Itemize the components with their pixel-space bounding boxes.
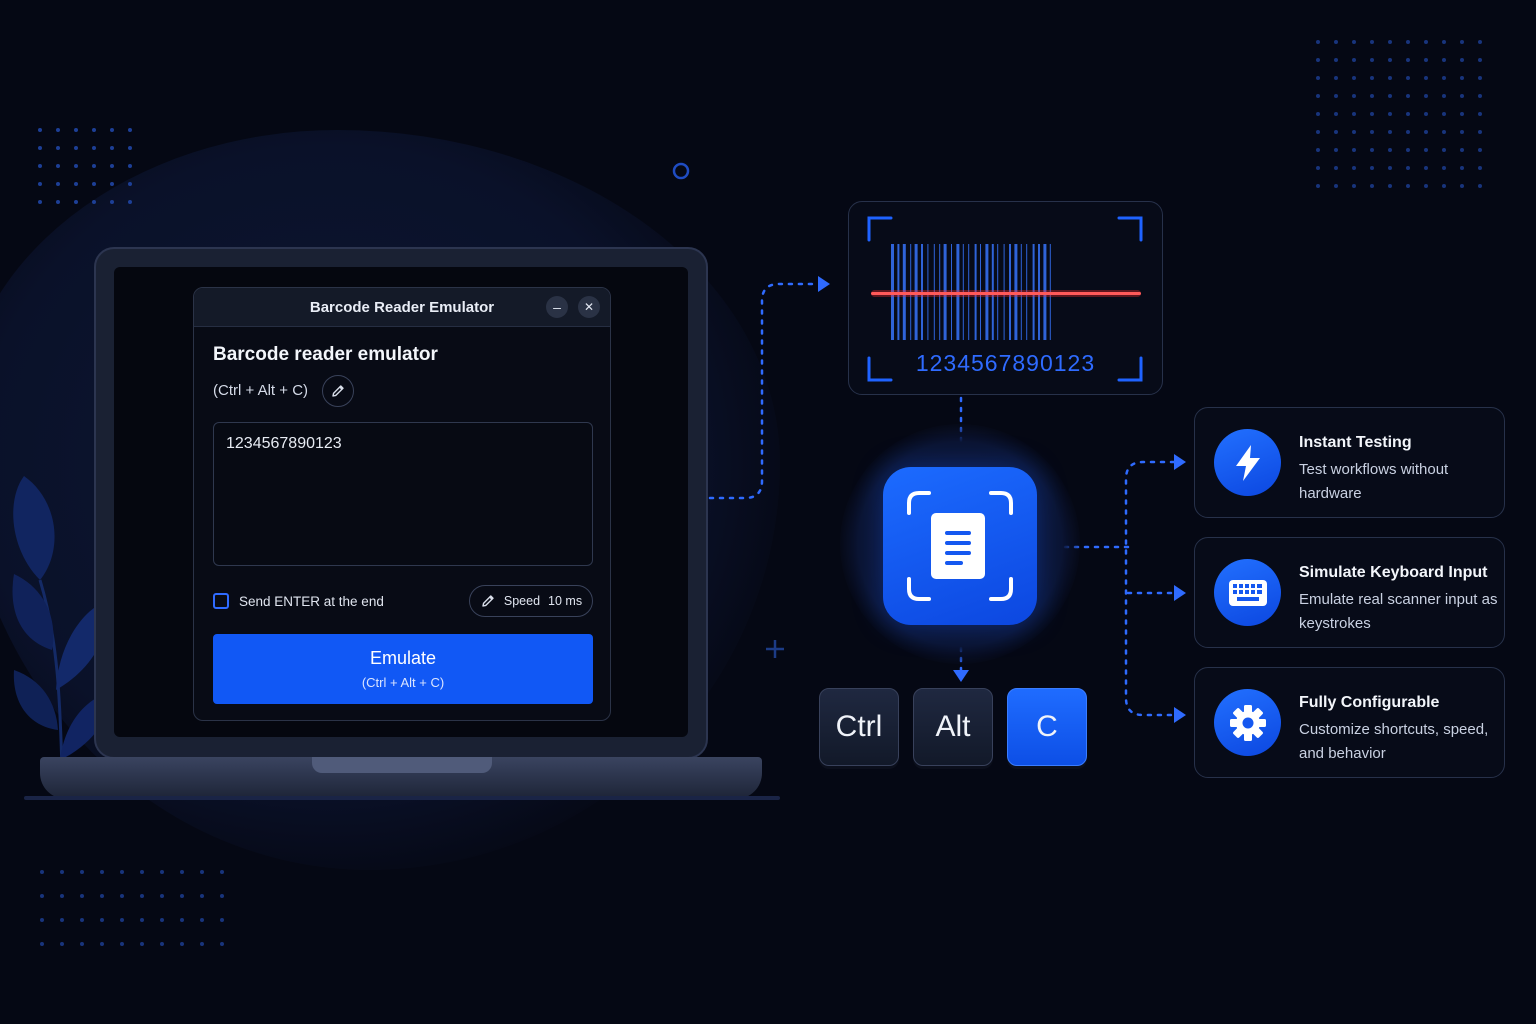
keyboard-icon bbox=[1214, 559, 1281, 626]
speed-label: Speed bbox=[503, 594, 541, 608]
minimize-button[interactable]: – bbox=[546, 296, 568, 318]
scanner-app-icon bbox=[883, 467, 1037, 625]
feature-description: Customize shortcuts, speed, and behavior bbox=[1299, 721, 1489, 762]
feature-title: Simulate Keyboard Input bbox=[1299, 564, 1488, 581]
pencil-icon bbox=[332, 385, 344, 397]
laptop-shadow bbox=[24, 796, 780, 800]
emulator-heading: Barcode reader emulator bbox=[213, 344, 438, 365]
feature-title: Instant Testing bbox=[1299, 434, 1412, 451]
document-scan-icon bbox=[907, 491, 1013, 601]
barcode-scan-card: 1234567890123 bbox=[848, 201, 1163, 395]
alt-key: Alt bbox=[913, 688, 993, 766]
speed-value: 10 ms bbox=[548, 594, 583, 608]
c-key: C bbox=[1007, 688, 1087, 766]
gear-icon bbox=[1214, 689, 1281, 756]
feature-card-keyboard-input: Simulate Keyboard Input Emulate real sca… bbox=[1194, 537, 1505, 648]
close-button[interactable]: ✕ bbox=[578, 296, 600, 318]
barcode-input[interactable]: 1234567890123 bbox=[213, 422, 593, 566]
window-titlebar[interactable]: Barcode Reader Emulator – ✕ bbox=[194, 288, 610, 327]
feature-description: Emulate real scanner input as keystrokes bbox=[1299, 591, 1498, 632]
laptop-base bbox=[40, 757, 762, 799]
emulator-window: Barcode Reader Emulator – ✕ Barcode read… bbox=[193, 287, 611, 721]
send-enter-label: Send ENTER at the end bbox=[239, 594, 384, 609]
emulate-label: Emulate bbox=[369, 648, 437, 668]
barcode-number: 1234567890123 bbox=[915, 350, 1096, 376]
window-title: Barcode Reader Emulator bbox=[309, 298, 495, 316]
feature-title: Fully Configurable bbox=[1299, 694, 1440, 711]
emulate-button[interactable]: Emulate (Ctrl + Alt + C) bbox=[213, 634, 593, 704]
lightning-icon bbox=[1214, 429, 1281, 496]
laptop-notch bbox=[312, 757, 492, 773]
feature-card-configurable: Fully Configurable Customize shortcuts, … bbox=[1194, 667, 1505, 778]
pencil-icon bbox=[482, 595, 494, 607]
ctrl-key: Ctrl bbox=[819, 688, 899, 766]
emulate-shortcut: (Ctrl + Alt + C) bbox=[361, 675, 445, 690]
feature-description: Test workflows without hardware bbox=[1299, 461, 1449, 502]
edit-shortcut-button[interactable] bbox=[322, 375, 354, 407]
shortcut-label: (Ctrl + Alt + C) bbox=[213, 382, 309, 399]
speed-button[interactable]: Speed 10 ms bbox=[469, 585, 593, 617]
send-enter-checkbox[interactable] bbox=[213, 593, 229, 609]
feature-card-instant-testing: Instant Testing Test workflows without h… bbox=[1194, 407, 1505, 518]
